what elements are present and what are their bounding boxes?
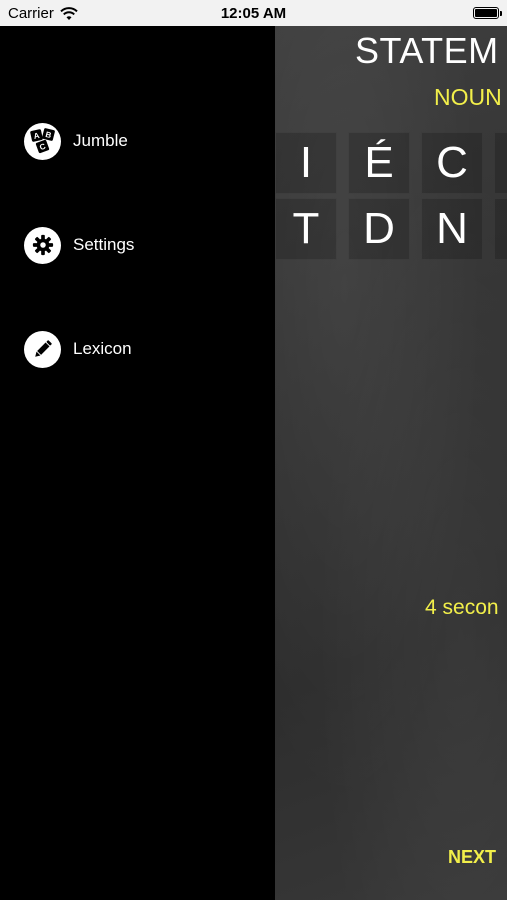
- status-bar: Carrier 12:05 AM: [0, 0, 507, 26]
- letter-tile[interactable]: N: [421, 198, 483, 260]
- next-button[interactable]: NEXT: [448, 847, 496, 868]
- letter-tile[interactable]: D: [348, 198, 410, 260]
- letter-tile[interactable]: É: [348, 132, 410, 194]
- pencil-icon: [24, 330, 61, 368]
- gear-icon: [24, 226, 61, 264]
- countdown-timer: 4 secon: [425, 596, 499, 619]
- letter-tile[interactable]: C: [421, 132, 483, 194]
- menu-item-jumble[interactable]: A B C Jumble: [24, 122, 128, 160]
- menu-item-label: Lexicon: [73, 339, 132, 358]
- status-time: 12:05 AM: [220, 5, 287, 22]
- word-type-label: NOUN: [434, 84, 502, 110]
- letter-tile[interactable]: [494, 198, 507, 260]
- game-board: STATEM NOUN I É C T D N 4 secon NEXT: [275, 26, 507, 900]
- menu-item-lexicon[interactable]: Lexicon: [24, 330, 132, 368]
- letter-tile[interactable]: [494, 132, 507, 194]
- letter-tile[interactable]: I: [275, 132, 337, 194]
- menu-item-label: Jumble: [73, 131, 128, 150]
- menu-item-settings[interactable]: Settings: [24, 226, 134, 264]
- app-screen: Carrier 12:05 AM A B C Jumble Settings L…: [0, 0, 507, 900]
- menu-item-label: Settings: [73, 235, 135, 254]
- battery-icon: [473, 7, 502, 19]
- letter-tile[interactable]: T: [275, 198, 337, 260]
- puzzle-title: STATEM: [355, 30, 499, 71]
- abc-blocks-icon: A B C: [24, 122, 61, 160]
- side-menu: A B C Jumble Settings Lexicon: [0, 26, 275, 900]
